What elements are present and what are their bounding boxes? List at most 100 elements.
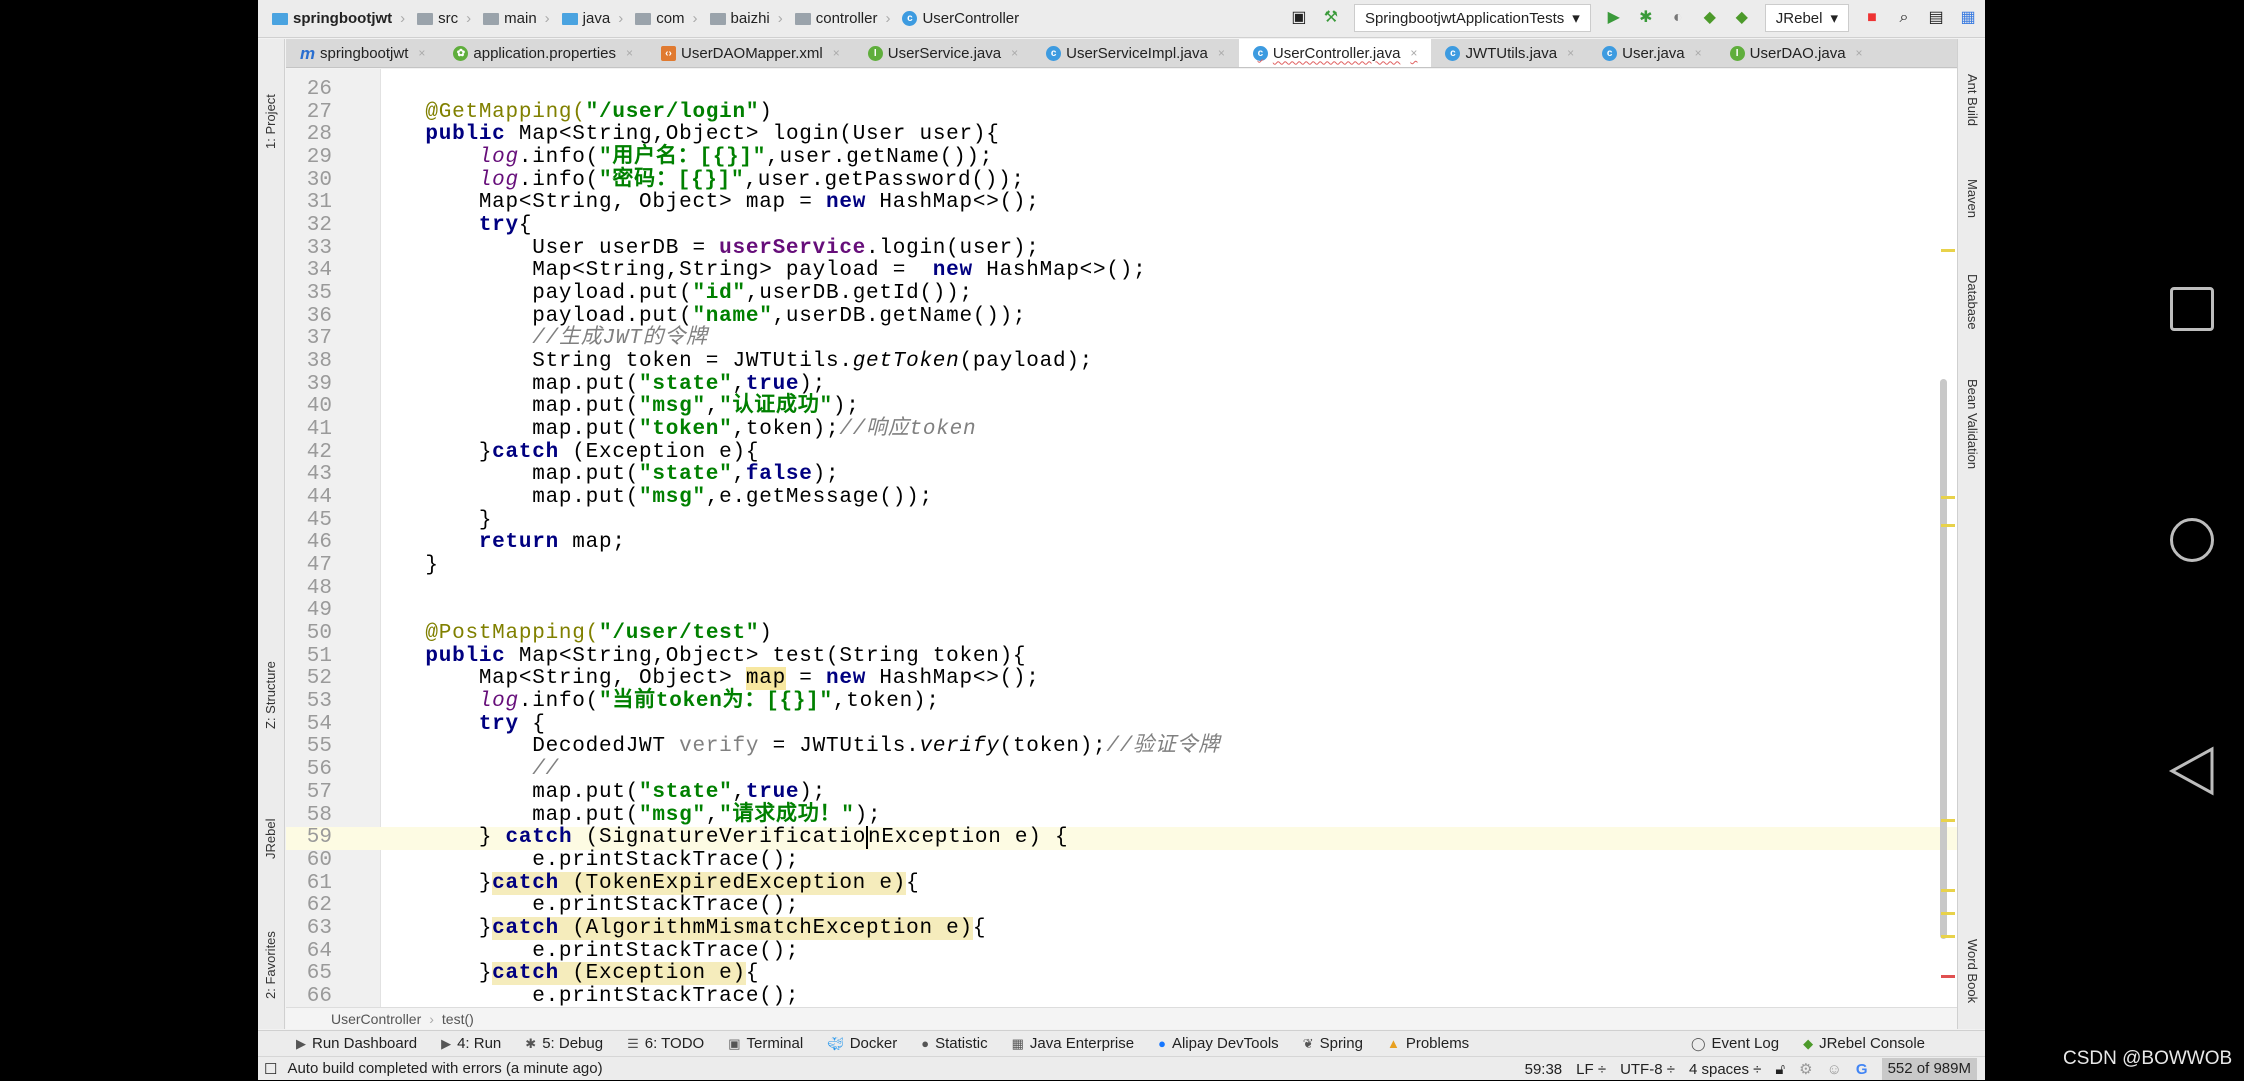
jrebel-dropdown[interactable]: JRebel ▾ [1764,4,1849,32]
tab-userdaomapper-xml[interactable]: ‹› UserDAOMapper.xml × [647,39,854,67]
tab-application-properties[interactable]: ✿ application.properties × [439,39,647,67]
code-line[interactable]: 28 public Map<String,Object> login(User … [286,124,1957,147]
code-line[interactable]: 66 e.printStackTrace(); [286,985,1957,1007]
breadcrumb-item[interactable]: com › [629,10,703,27]
code-line[interactable]: 49 [286,600,1957,623]
debug-icon[interactable]: ✱ [1637,9,1655,27]
toolwindow-alipay-devtools[interactable]: ● Alipay DevTools [1158,1035,1279,1052]
toolwindow-statistic[interactable]: ● Statistic [921,1035,987,1052]
jrebel-debug-icon[interactable]: ◆ [1733,9,1751,27]
left-tool-jrebel[interactable]: JRebel [263,819,278,859]
code-line[interactable]: 63 }catch (AlgorithmMismatchException e)… [286,916,1957,941]
close-icon[interactable]: × [1695,46,1702,60]
code-line[interactable]: 34 Map<String,String> payload = new Hash… [286,260,1957,283]
close-icon[interactable]: × [1410,46,1417,60]
android-recents-button[interactable] [2170,287,2214,331]
code-line[interactable]: 62 e.printStackTrace(); [286,894,1957,918]
warning-marker[interactable] [1941,249,1955,252]
breadcrumb-item[interactable]: src › [411,10,477,27]
code-line[interactable]: 60 e.printStackTrace(); [286,849,1957,873]
memory-indicator[interactable]: 552 of 989M [1881,1058,1977,1080]
close-icon[interactable]: × [833,46,840,60]
code-line[interactable]: 31 Map<String, Object> map = new HashMap… [286,192,1957,215]
run-icon[interactable]: ▶ [1605,9,1623,27]
lock-icon[interactable]: 🔓︎ [1775,1061,1785,1078]
right-tool-database[interactable]: Database [1965,274,1980,330]
tab-springbootjwt[interactable]: m springbootjwt × [286,39,439,67]
toolwindow-4-run[interactable]: ▶ 4: Run [441,1035,501,1052]
right-tool-bean-validation[interactable]: Bean Validation [1965,379,1980,469]
status-panel-icon[interactable]: ☐ [264,1060,277,1078]
toolwindow-terminal[interactable]: ▣ Terminal [728,1035,803,1052]
warning-marker[interactable] [1941,524,1955,527]
code-line[interactable]: 54 try { [286,713,1957,737]
stop-icon[interactable]: ■ [1863,9,1881,27]
close-icon[interactable]: × [1567,46,1574,60]
code-line[interactable]: 53 log.info("当前token为：[{}]",token); [286,690,1957,714]
code-line[interactable]: 47 } [286,554,1957,578]
code-line[interactable]: 44 map.put("msg",e.getMessage()); [286,486,1957,510]
caret-position[interactable]: 59:38 [1525,1061,1563,1078]
close-icon[interactable]: × [1856,46,1863,60]
error-marker[interactable] [1941,975,1955,978]
right-tool-ant-build[interactable]: Ant Build [1965,74,1980,126]
warning-marker[interactable] [1941,496,1955,499]
line-separator[interactable]: LF ÷ [1576,1061,1606,1078]
code-line[interactable]: 56 // [286,758,1957,782]
tab-jwtutils-java[interactable]: c JWTUtils.java × [1431,39,1588,67]
code-line[interactable]: 50 @PostMapping("/user/test") [286,622,1957,646]
code-line[interactable]: 29 log.info("用户名：[{}]",user.getName()); [286,146,1957,170]
breadcrumb-item[interactable]: controller › [789,10,897,27]
breadcrumb-item[interactable]: baizhi › [704,10,789,27]
warning-marker[interactable] [1941,819,1955,822]
google-icon[interactable]: G [1856,1061,1868,1078]
code-line[interactable]: 32 try{ [286,214,1957,238]
toolwindow-jrebel-console[interactable]: ◆ JRebel Console [1803,1035,1925,1052]
code-line[interactable]: 52 Map<String, Object> map = new HashMap… [286,667,1957,691]
translate-icon[interactable]: ▦ [1959,9,1977,27]
toolwindow-run-dashboard[interactable]: ▶ Run Dashboard [296,1035,417,1052]
tab-userservice-java[interactable]: I UserService.java × [854,39,1032,67]
coverage-icon[interactable]: ◐ [1669,9,1687,27]
code-line[interactable]: 46 return map; [286,532,1957,555]
code-line[interactable]: 27 @GetMapping("/user/login") [286,101,1957,125]
breadcrumb-item[interactable]: main › [477,10,556,27]
hector-icon[interactable]: ⚙ [1799,1060,1812,1078]
code-line[interactable]: 41 map.put("token",token);//响应token [286,418,1957,442]
code-line[interactable]: 61 }catch (TokenExpiredException e){ [286,871,1957,896]
code-line[interactable]: 57 map.put("state",true); [286,781,1957,805]
close-icon[interactable]: × [418,46,425,60]
breadcrumb-item[interactable]: c UserController [896,10,1025,27]
code-line[interactable]: 65 }catch (Exception e){ [286,962,1957,986]
build-hammer-icon[interactable]: ⚒ [1322,9,1340,27]
toolwindow-problems[interactable]: ▲ Problems [1387,1035,1469,1052]
code-line[interactable]: 45 } [286,509,1957,533]
code-line[interactable]: 48 [286,577,1957,601]
toolwindow-java-enterprise[interactable]: ▦ Java Enterprise [1012,1035,1135,1052]
breadcrumb-method[interactable]: test() [442,1011,474,1027]
tab-user-java[interactable]: c User.java × [1588,39,1716,67]
indent-setting[interactable]: 4 spaces ÷ [1689,1061,1761,1078]
warning-marker[interactable] [1941,935,1955,938]
jrebel-run-icon[interactable]: ◆ [1701,9,1719,27]
tab-userdao-java[interactable]: I UserDAO.java × [1716,39,1877,67]
tab-usercontroller-java[interactable]: c UserController.java × [1238,39,1432,67]
code-line[interactable]: 37 //生成JWT的令牌 [286,328,1957,351]
left-tool-z-structure[interactable]: Z: Structure [263,661,278,729]
code-line[interactable]: 64 e.printStackTrace(); [286,940,1957,964]
code-line[interactable]: 59 } catch (SignatureVerificationExcepti… [286,826,1957,850]
left-tool-2-favorites[interactable]: 2: Favorites [263,931,278,999]
code-line[interactable]: 55 DecodedJWT verify = JWTUtils.verify(t… [286,736,1957,759]
toolwindow-event-log[interactable]: ◯ Event Log [1691,1035,1779,1052]
layout-icon[interactable]: ▣ [1290,9,1308,27]
android-back-button[interactable] [2168,746,2216,796]
close-icon[interactable]: × [626,46,633,60]
tab-userserviceimpl-java[interactable]: c UserServiceImpl.java × [1032,39,1239,67]
code-line[interactable]: 51 public Map<String,Object> test(String… [286,645,1957,669]
code-line[interactable]: 42 }catch (Exception e){ [286,441,1957,465]
code-line[interactable]: 36 payload.put("name",userDB.getName()); [286,305,1957,329]
breadcrumb-item[interactable]: java › [556,10,630,27]
project-structure-icon[interactable]: ▤ [1927,9,1945,27]
breadcrumb-class[interactable]: UserController [331,1011,421,1027]
code-line[interactable]: 58 map.put("msg","请求成功！"); [286,804,1957,828]
